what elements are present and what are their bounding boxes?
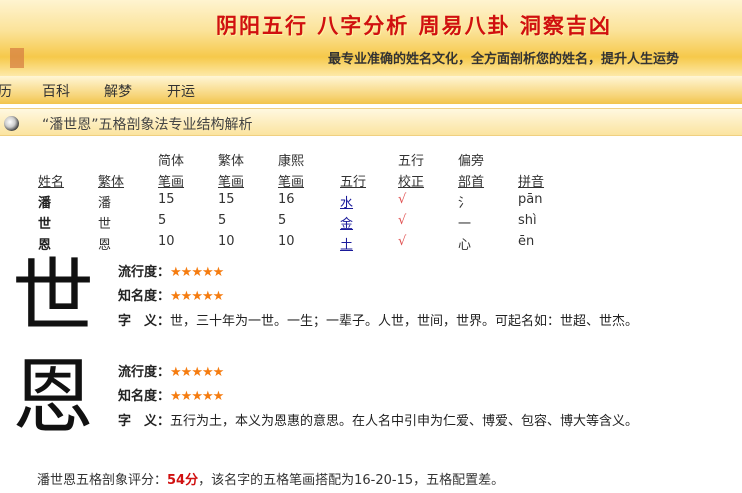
nav-item-fortune[interactable]: 开运 <box>167 81 195 101</box>
score-prefix: 潘世恩五格剖象评分： <box>37 473 168 488</box>
star-rating-icon: ★★★★★ <box>170 265 224 280</box>
star-rating-icon: ★★★★★ <box>170 365 224 380</box>
meaning-label: 字 义： <box>118 414 171 429</box>
popularity-row: 流行度：★★★★★ <box>118 261 224 280</box>
meaning-text: 世，三十年为一世。一生；一辈子。人世，世间，世界。可起名如：世超、世杰。 <box>170 314 639 329</box>
column-header-top: 繁体 <box>218 154 245 169</box>
column-header-top: 简体 <box>158 154 185 169</box>
header-slogan: 阴阳五行 八字分析 周易八卦 洞察吉凶 <box>216 13 612 38</box>
table-cell: 15 <box>158 192 175 207</box>
table-cell: 世 <box>38 217 52 232</box>
section-title: “潘世恩”五格剖象法专业结构解析 <box>42 117 253 133</box>
column-header[interactable]: 五行 <box>340 171 366 190</box>
column-header-top: 偏旁 <box>458 154 485 169</box>
big-char-shi: 世 <box>12 250 95 345</box>
main-nav: 历 百科 解梦 开运 <box>0 76 742 104</box>
bullet-icon <box>4 116 19 131</box>
table-cell[interactable]: 水 <box>340 192 353 211</box>
logo-seal-icon <box>10 48 24 68</box>
table-cell: 潘 <box>98 196 112 211</box>
meaning-row: 字 义：五行为土，本义为恩惠的意思。在人名中引申为仁爱、博爱、包容、博大等含义。 <box>118 410 638 429</box>
table-cell: 5 <box>158 213 167 228</box>
table-cell: 氵 <box>458 196 472 211</box>
table-cell: 一 <box>458 217 472 232</box>
check-icon: √ <box>398 192 407 207</box>
table-cell: 心 <box>458 238 472 253</box>
fame-label: 知名度： <box>118 389 171 404</box>
star-rating-icon: ★★★★★ <box>170 289 224 304</box>
meaning-label: 字 义： <box>118 314 171 329</box>
site-header: 阴阳五行 八字分析 周易八卦 洞察吉凶 最专业准确的姓名文化，全方面剖析您的姓名… <box>0 0 742 76</box>
table-cell: pān <box>518 192 543 207</box>
score-line: 潘世恩五格剖象评分：54分，该名字的五格笔画搭配为16-20-15，五格配置差。 <box>37 469 504 488</box>
nav-item-dream[interactable]: 解梦 <box>104 81 132 101</box>
table-cell: ēn <box>518 234 535 249</box>
column-header[interactable]: 校正 <box>398 171 424 190</box>
header-tagline: 最专业准确的姓名文化，全方面剖析您的姓名，提升人生运势 <box>328 52 680 67</box>
meaning-row: 字 义：世，三十年为一世。一生；一辈子。人世，世间，世界。可起名如：世超、世杰。 <box>118 310 638 329</box>
nav-item-calendar[interactable]: 历 <box>0 81 12 101</box>
table-cell: 10 <box>278 234 295 249</box>
check-icon: √ <box>398 213 407 228</box>
big-char-en: 恩 <box>12 350 95 445</box>
score-suffix: ，该名字的五格笔画搭配为16-20-15，五格配置差。 <box>198 473 505 488</box>
column-header[interactable]: 拼音 <box>518 171 544 190</box>
column-header-top: 康熙 <box>278 154 305 169</box>
column-header[interactable]: 部首 <box>458 171 484 190</box>
table-cell: 潘 <box>38 196 52 211</box>
table-cell: 5 <box>218 213 227 228</box>
popularity-label: 流行度： <box>118 365 171 380</box>
column-header[interactable]: 笔画 <box>278 171 304 190</box>
nav-item-baike[interactable]: 百科 <box>42 81 70 101</box>
table-cell: 15 <box>218 192 235 207</box>
popularity-label: 流行度： <box>118 265 171 280</box>
section-title-bar: “潘世恩”五格剖象法专业结构解析 <box>0 108 742 136</box>
table-cell: 10 <box>218 234 235 249</box>
fame-label: 知名度： <box>118 289 171 304</box>
table-cell: 恩 <box>98 238 112 253</box>
star-rating-icon: ★★★★★ <box>170 389 224 404</box>
fame-row: 知名度：★★★★★ <box>118 285 224 304</box>
column-header[interactable]: 姓名 <box>38 171 64 190</box>
table-cell[interactable]: 金 <box>340 213 353 232</box>
column-header-top: 五行 <box>398 154 425 169</box>
table-cell: 10 <box>158 234 175 249</box>
score-points: 54分 <box>167 473 199 488</box>
table-cell: 世 <box>98 217 112 232</box>
column-header[interactable]: 笔画 <box>158 171 184 190</box>
table-cell[interactable]: 土 <box>340 234 353 253</box>
table-cell: 16 <box>278 192 295 207</box>
table-cell: 5 <box>278 213 287 228</box>
meaning-text: 五行为土，本义为恩惠的意思。在人名中引申为仁爱、博爱、包容、博大等含义。 <box>170 414 639 429</box>
column-header[interactable]: 繁体 <box>98 171 124 190</box>
column-header[interactable]: 笔画 <box>218 171 244 190</box>
popularity-row: 流行度：★★★★★ <box>118 361 224 380</box>
fame-row: 知名度：★★★★★ <box>118 385 224 404</box>
check-icon: √ <box>398 234 407 249</box>
table-cell: shì <box>518 213 537 228</box>
